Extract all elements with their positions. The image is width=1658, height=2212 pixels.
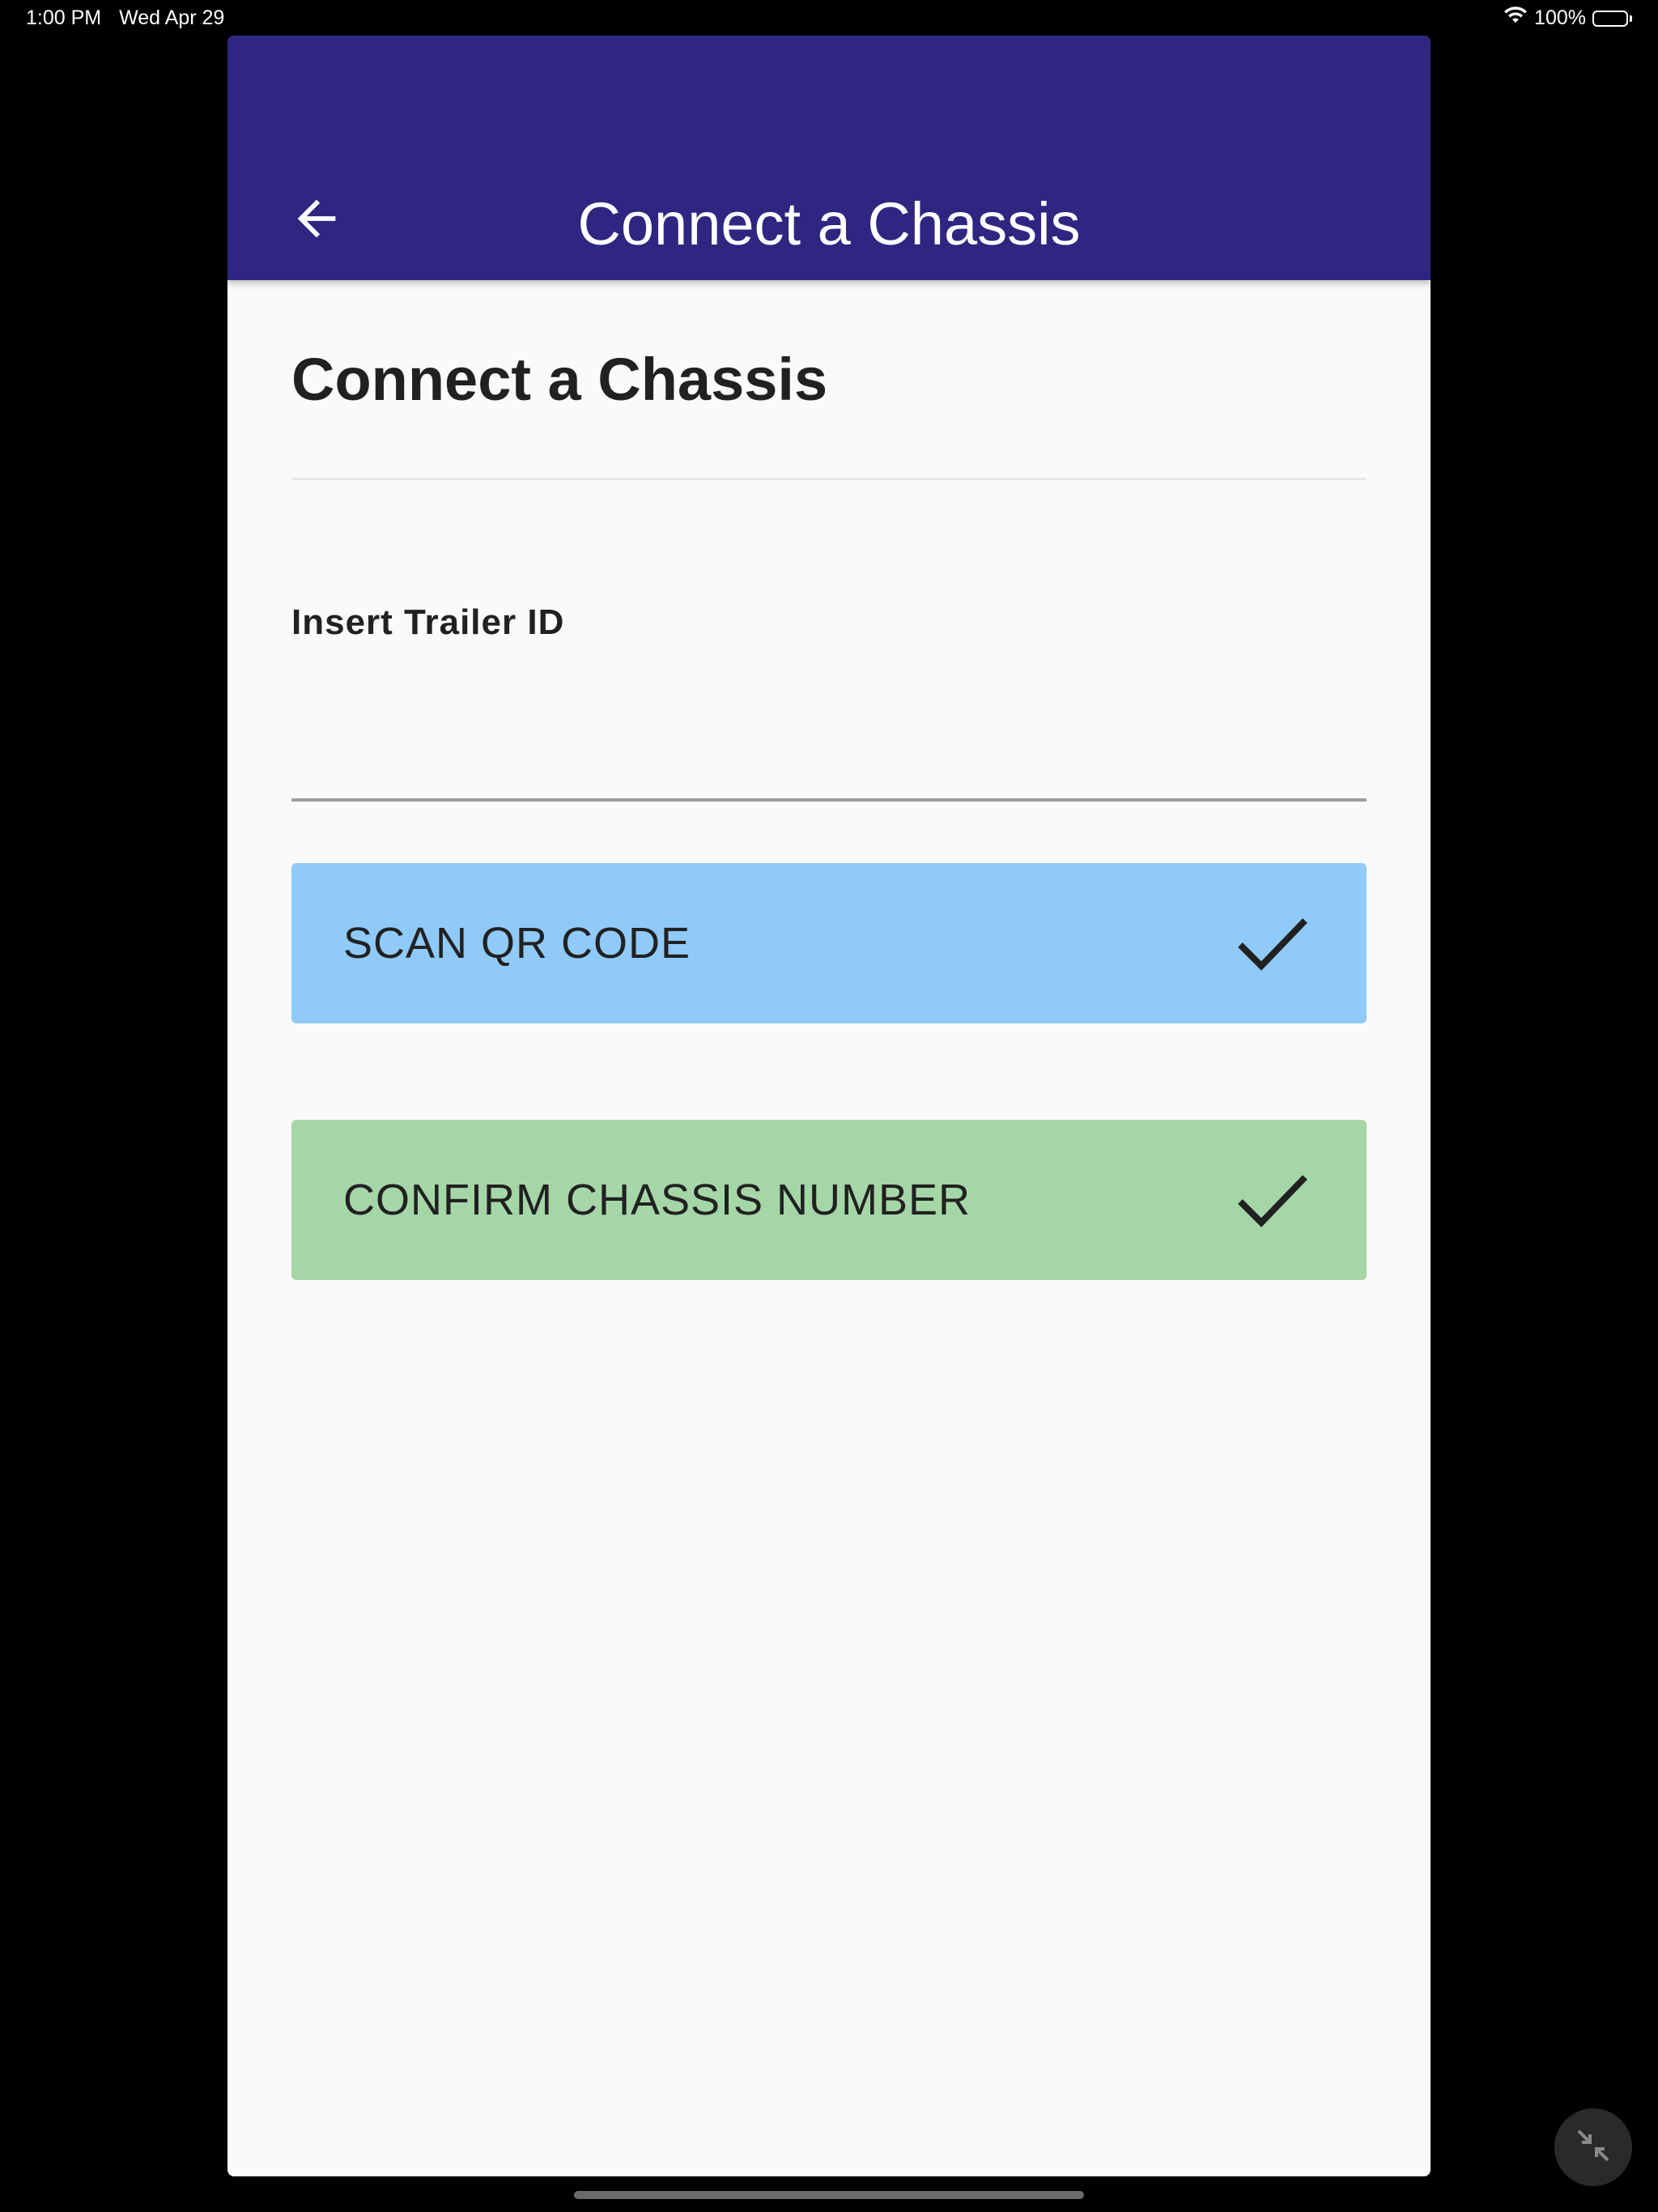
home-indicator[interactable]: [574, 2191, 1084, 2199]
status-right: 100%: [1503, 6, 1632, 30]
app-bar: Connect a Chassis: [227, 36, 1431, 280]
app-window: Connect a Chassis Connect a Chassis Inse…: [227, 36, 1431, 2176]
check-icon: [1235, 914, 1310, 972]
wifi-icon: [1503, 6, 1528, 30]
page-title: Connect a Chassis: [291, 346, 828, 413]
app-bar-title: Connect a Chassis: [577, 190, 1081, 257]
status-left: 1:00 PM Wed Apr 29: [26, 6, 224, 30]
minimize-button[interactable]: [1554, 2108, 1632, 2186]
check-icon: [1235, 1171, 1310, 1229]
trailer-id-label: Insert Trailer ID: [291, 602, 565, 642]
scan-qr-code-label: SCAN QR CODE: [343, 919, 691, 968]
status-time: 1:00 PM: [26, 6, 102, 29]
confirm-chassis-number-label: CONFIRM CHASSIS NUMBER: [343, 1176, 971, 1224]
minimize-arrows-icon: [1574, 2126, 1613, 2169]
confirm-chassis-number-button[interactable]: CONFIRM CHASSIS NUMBER: [291, 1120, 1367, 1280]
battery-percent: 100%: [1534, 6, 1586, 29]
divider: [291, 478, 1367, 480]
status-date: Wed Apr 29: [119, 6, 225, 29]
battery-icon: [1592, 10, 1632, 27]
trailer-id-input[interactable]: [291, 683, 1367, 802]
scan-qr-code-button[interactable]: SCAN QR CODE: [291, 863, 1367, 1023]
status-bar: 1:00 PM Wed Apr 29 100%: [0, 0, 1658, 36]
